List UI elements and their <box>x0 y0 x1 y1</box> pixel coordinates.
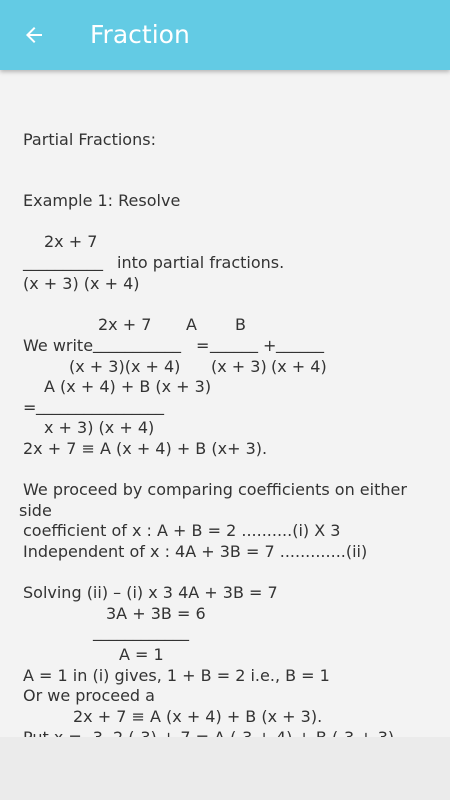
write-numerator: 2x + 7 <box>98 315 152 334</box>
content-area[interactable]: Partial Fractions: Example 1: Resolve 2x… <box>0 70 450 737</box>
example-numerator: 2x + 7 <box>44 232 98 251</box>
app-bar: Fraction <box>0 0 450 70</box>
example-title: Example 1: Resolve <box>23 191 181 210</box>
combined-numerator: A (x + 4) + B (x + 3) <box>44 377 212 396</box>
example-suffix: into partial fractions. <box>117 253 285 272</box>
or-line: Or we proceed a <box>23 686 155 705</box>
solving-rule: ____________ <box>93 622 189 641</box>
write-denominator-b: (x + 4) <box>271 357 327 376</box>
write-denominator: (x + 3)(x + 4) <box>69 357 181 376</box>
write-plus: + <box>263 336 277 355</box>
write-rule-1: ___________ <box>93 334 181 353</box>
solving-result: A = 1 <box>119 645 164 664</box>
coefficient-line: coefficient of x : A + B = 2 ..........(… <box>23 521 341 540</box>
combined-denominator: x + 3) (x + 4) <box>44 418 155 437</box>
bottom-bar <box>0 737 450 800</box>
solving-line-2: 3A + 3B = 6 <box>106 604 206 623</box>
section-heading: Partial Fractions: <box>23 130 156 149</box>
write-a: A <box>186 315 197 334</box>
independent-line: Independent of x : 4A + 3B = 7 .........… <box>23 542 368 561</box>
put-line: Put x = -3, 2 (-3) + 7 = A (-3 + 4) + B … <box>23 728 394 737</box>
write-prefix: We write <box>23 336 94 355</box>
write-b: B <box>235 315 246 334</box>
identity-line: 2x + 7 ≡ A (x + 4) + B (x+ 3). <box>23 439 268 458</box>
combined-equals: = <box>23 398 37 417</box>
combined-rule: ________________ <box>36 396 164 415</box>
write-equals: = <box>196 336 210 355</box>
substitution-line: A = 1 in (i) gives, 1 + B = 2 i.e., B = … <box>23 666 330 685</box>
write-rule-2: ______ <box>210 334 258 353</box>
arrow-left-icon <box>26 27 42 43</box>
back-button[interactable] <box>14 15 54 55</box>
example-fraction-rule: __________ <box>23 252 103 271</box>
or-identity-line: 2x + 7 ≡ A (x + 4) + B (x + 3). <box>73 707 323 726</box>
page-title: Fraction <box>90 20 190 49</box>
solving-line: Solving (ii) – (i) x 3 4A + 3B = 7 <box>23 583 278 602</box>
write-rule-3: ______ <box>276 334 324 353</box>
compare-line-2: side <box>19 501 52 520</box>
write-denominator-a: (x + 3) <box>211 357 267 376</box>
example-denominator: (x + 3) (x + 4) <box>23 274 140 293</box>
compare-line-1: We proceed by comparing coefficients on … <box>23 480 407 499</box>
